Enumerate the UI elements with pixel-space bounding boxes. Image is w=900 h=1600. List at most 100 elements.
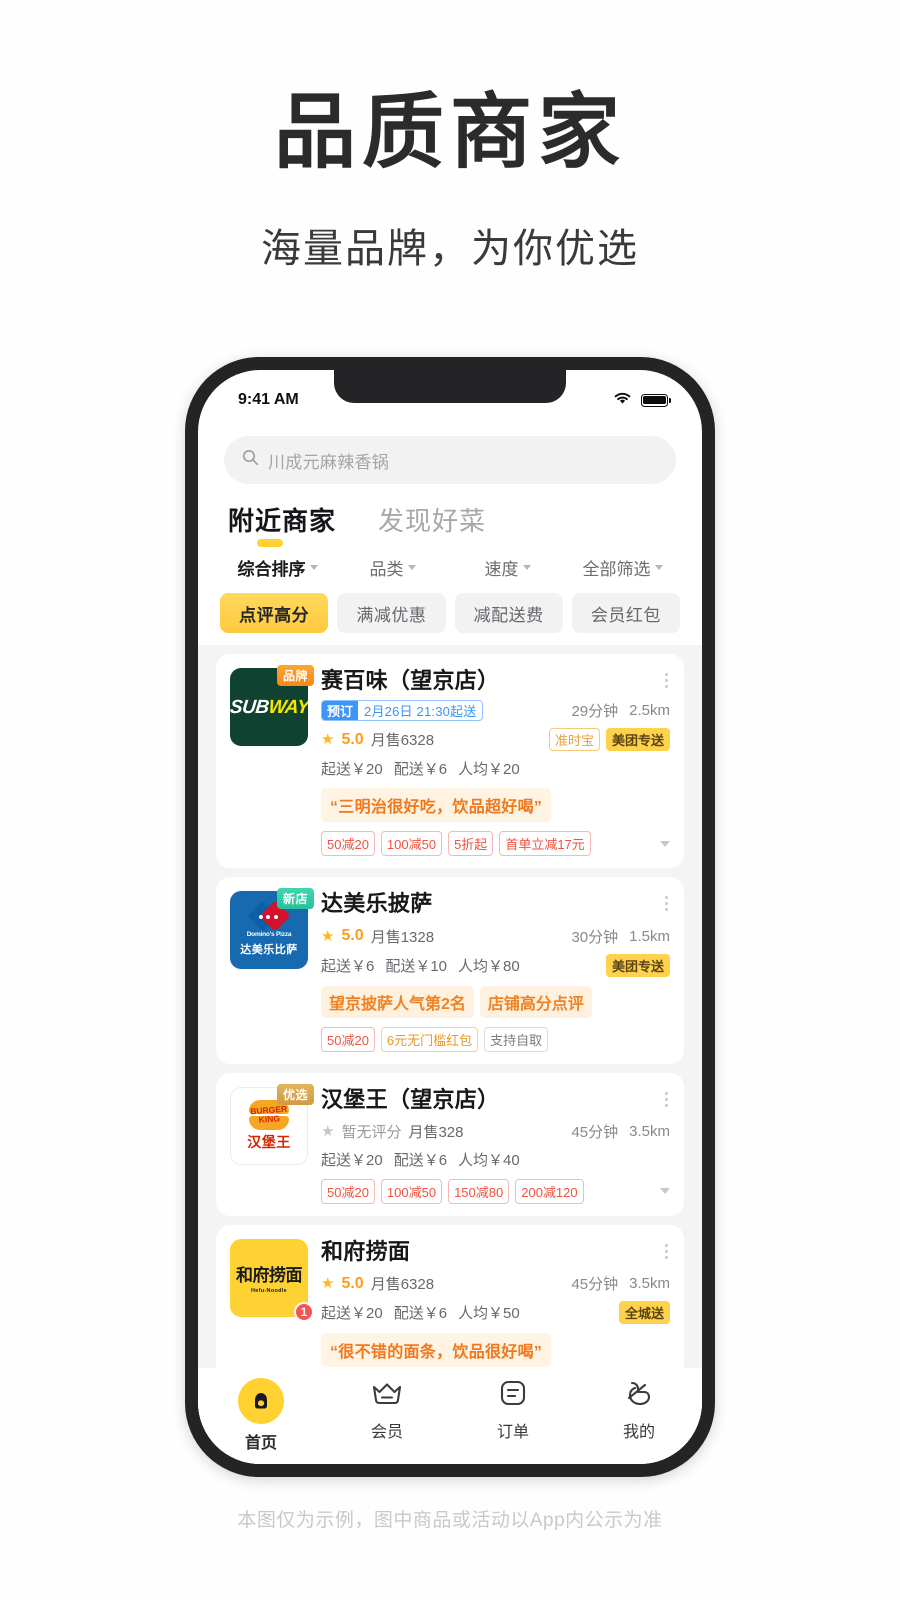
phone-screen: 9:41 AM — [198, 370, 702, 1464]
filter-all[interactable]: 全部筛选 — [565, 555, 680, 580]
shop-rating: 5.0 — [341, 927, 363, 945]
subway-logo-text-a: SUB — [230, 697, 269, 718]
sort-filter-bar: 综合排序 品类 速度 全部筛选 — [198, 549, 702, 580]
dominos-logo-en: Domino's Pizza — [247, 931, 292, 938]
tab-nearby-shops[interactable]: 附近商家 — [228, 501, 336, 549]
search-icon — [242, 449, 259, 471]
shop-card-subway[interactable]: SUBWAY 品牌 赛百味（望京店） 预订 2 — [216, 654, 684, 868]
chip-member-coupon[interactable]: 会员红包 — [572, 593, 680, 633]
bottom-navigation: 首页 会员 — [198, 1368, 702, 1464]
promo-tag-list: 50减20 6元无门槛红包 支持自取 — [321, 1027, 670, 1052]
shop-card-burgerking[interactable]: BURGER KING 汉堡王 优选 汉堡王（望京店） ★ — [216, 1073, 684, 1216]
shop-distance: 1.5km — [629, 928, 670, 945]
delivery-duration: 45分钟 — [571, 1121, 618, 1142]
average-price: 人均￥80 — [458, 955, 520, 976]
shop-notification-badge: 1 — [294, 1302, 314, 1322]
monthly-sales: 月售6328 — [371, 729, 434, 750]
footer-disclaimer: 本图仅为示例，图中商品或活动以App内公示为准 — [237, 1505, 662, 1532]
star-icon: ★ — [321, 1276, 334, 1291]
shop-logo-container: Domino's Pizza 达美乐比萨 新店 — [230, 891, 308, 969]
average-price: 人均￥40 — [458, 1149, 520, 1170]
shop-logo-container: BURGER KING 汉堡王 优选 — [230, 1087, 308, 1165]
promo-tag: 首单立减17元 — [499, 831, 590, 856]
shop-card-hefu[interactable]: 和府捞面 Hefu-Noodle 1 和府捞面 ★ 5.0 — [216, 1225, 684, 1379]
chevron-down-icon — [310, 565, 318, 570]
wifi-icon — [613, 391, 632, 410]
chip-reduced-delivery[interactable]: 减配送费 — [455, 593, 563, 633]
promo-tag: 100减50 — [381, 831, 442, 856]
nav-item-member[interactable]: 会员 — [324, 1378, 450, 1442]
delivery-fee: 配送￥10 — [385, 955, 447, 976]
promo-tag: 150减80 — [448, 1179, 509, 1204]
min-order: 起送￥20 — [321, 1302, 383, 1323]
promo-tag: 50减20 — [321, 1027, 375, 1052]
shop-badge-new: 新店 — [277, 888, 314, 909]
promo-tag-list: 50减20 100减50 5折起 首单立减17元 — [321, 831, 670, 856]
page-subtitle: 海量品牌，为你优选 — [261, 216, 639, 274]
quick-filter-chips: 点评高分 满减优惠 减配送费 会员红包 — [198, 580, 702, 633]
subway-logo-text-b: WAY — [267, 697, 308, 718]
nav-item-orders[interactable]: 订单 — [450, 1378, 576, 1442]
more-options-icon[interactable] — [657, 1087, 670, 1107]
nav-item-home[interactable]: 首页 — [198, 1378, 324, 1453]
more-options-icon[interactable] — [657, 1239, 670, 1259]
promo-tag: 50减20 — [321, 1179, 375, 1204]
min-order: 起送￥6 — [321, 955, 374, 976]
shop-distance: 2.5km — [629, 702, 670, 719]
hefu-logo-cn: 和府捞面 — [236, 1261, 302, 1286]
reserve-time: 2月26日 21:30起送 — [358, 701, 482, 720]
burgerking-logo-en: BURGER KING — [248, 1104, 289, 1125]
nav-item-profile[interactable]: 我的 — [576, 1378, 702, 1442]
promo-tag: 6元无门槛红包 — [381, 1027, 478, 1052]
promo-tag: 5折起 — [448, 831, 493, 856]
delivery-duration: 30分钟 — [571, 926, 618, 947]
reserve-label: 预订 — [322, 701, 358, 720]
battery-icon — [641, 394, 668, 407]
sort-comprehensive[interactable]: 综合排序 — [220, 555, 335, 580]
monthly-sales: 月售1328 — [371, 926, 434, 947]
chip-high-rating[interactable]: 点评高分 — [220, 593, 328, 633]
filter-speed-label: 速度 — [485, 555, 519, 580]
expand-promos-icon[interactable] — [660, 841, 670, 847]
delivery-fee: 配送￥6 — [394, 1149, 447, 1170]
tab-nearby-shops-label: 附近商家 — [228, 506, 336, 536]
shop-logo-container: 和府捞面 Hefu-Noodle 1 — [230, 1239, 308, 1317]
star-icon: ★ — [321, 732, 334, 747]
chevron-down-icon — [655, 565, 663, 570]
search-section: 川成元麻辣香锅 — [198, 422, 702, 484]
highlight-tag: 望京披萨人气第2名 — [321, 986, 474, 1018]
shop-logo-container: SUBWAY 品牌 — [230, 668, 308, 746]
search-input[interactable]: 川成元麻辣香锅 — [224, 436, 676, 484]
average-price: 人均￥20 — [458, 758, 520, 779]
shop-name: 达美乐披萨 — [321, 891, 433, 916]
filter-speed[interactable]: 速度 — [450, 555, 565, 580]
page-title: 品质商家 — [274, 92, 626, 174]
shop-rating: 5.0 — [341, 731, 363, 749]
promo-tag: 支持自取 — [484, 1027, 548, 1052]
shop-badge-brand: 品牌 — [277, 665, 314, 686]
tab-discover-dishes[interactable]: 发现好菜 — [378, 501, 486, 549]
chevron-down-icon — [408, 565, 416, 570]
filter-category[interactable]: 品类 — [335, 555, 450, 580]
shop-name: 和府捞面 — [321, 1239, 410, 1264]
filter-category-label: 品类 — [370, 555, 404, 580]
search-placeholder: 川成元麻辣香锅 — [268, 448, 389, 473]
status-bar-time: 9:41 AM — [238, 391, 299, 409]
burgerking-logo-cn: 汉堡王 — [247, 1132, 291, 1152]
nav-item-member-label: 会员 — [371, 1418, 403, 1442]
monthly-sales: 月售328 — [408, 1121, 463, 1142]
tab-discover-dishes-label: 发现好菜 — [378, 506, 486, 536]
delivery-fee: 配送￥6 — [394, 1302, 447, 1323]
shop-list[interactable]: SUBWAY 品牌 赛百味（望京店） 预订 2 — [198, 645, 702, 1464]
more-options-icon[interactable] — [657, 891, 670, 911]
service-badge-meituan: 美团专送 — [606, 954, 670, 977]
order-list-icon — [497, 1378, 529, 1413]
expand-promos-icon[interactable] — [660, 1188, 670, 1194]
shop-card-dominos[interactable]: Domino's Pizza 达美乐比萨 新店 达美乐披萨 ★ 5.0 — [216, 877, 684, 1063]
nav-item-home-label: 首页 — [245, 1429, 277, 1453]
more-options-icon[interactable] — [657, 668, 670, 688]
promo-tag: 50减20 — [321, 831, 375, 856]
reserve-badge: 预订 2月26日 21:30起送 — [321, 700, 483, 721]
chip-discount[interactable]: 满减优惠 — [337, 593, 445, 633]
sort-comprehensive-label: 综合排序 — [238, 555, 306, 580]
